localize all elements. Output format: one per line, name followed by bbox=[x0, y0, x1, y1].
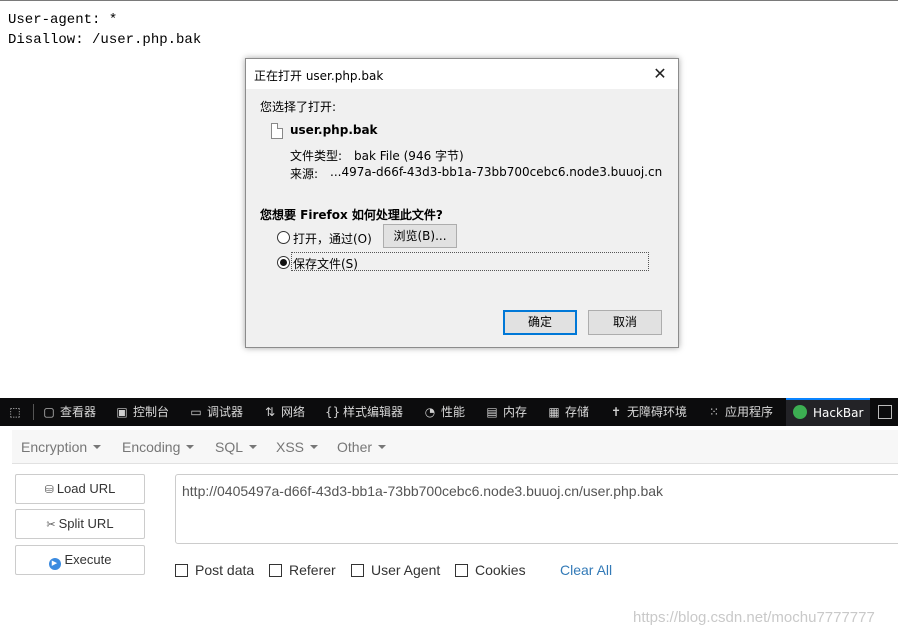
file-type-label: 文件类型: bbox=[290, 149, 343, 163]
tab-network[interactable]: ⇅ 网络 bbox=[263, 398, 305, 426]
tab-inspector[interactable]: ▢ 查看器 bbox=[42, 398, 96, 426]
button-label: Execute bbox=[64, 552, 112, 567]
tab-storage[interactable]: ▦ 存储 bbox=[547, 398, 589, 426]
user-agent-label[interactable]: User Agent bbox=[371, 562, 440, 578]
browse-button[interactable]: 浏览(B)... bbox=[383, 224, 457, 248]
robots-line-user-agent: User-agent: * bbox=[8, 12, 118, 28]
dialog-titlebar: 正在打开 user.php.bak ✕ bbox=[246, 59, 678, 89]
caret-down-icon bbox=[378, 445, 387, 449]
menu-encryption[interactable]: Encryption bbox=[21, 439, 102, 455]
robots-txt-content: User-agent: * Disallow: /user.php.bak bbox=[8, 10, 201, 50]
menu-other[interactable]: Other bbox=[337, 439, 387, 455]
toolbar-separator bbox=[33, 404, 34, 420]
save-file-label[interactable]: 保存文件(S) bbox=[293, 255, 358, 272]
style-editor-icon: {} bbox=[325, 405, 341, 419]
tab-label: HackBar bbox=[813, 406, 864, 420]
tab-performance[interactable]: ◔ 性能 bbox=[423, 398, 465, 426]
tab-application[interactable]: ⁙ 应用程序 bbox=[707, 398, 773, 426]
tab-debugger[interactable]: ▭ 调试器 bbox=[189, 398, 243, 426]
tab-label: 性能 bbox=[441, 405, 466, 419]
tab-label: 样式编辑器 bbox=[343, 405, 404, 419]
menu-sql[interactable]: SQL bbox=[215, 439, 258, 455]
referer-checkbox[interactable] bbox=[269, 564, 282, 577]
execute-button[interactable]: ▶ Execute bbox=[15, 545, 145, 575]
tab-label: 存储 bbox=[565, 405, 590, 419]
open-with-label[interactable]: 打开，通过(O) bbox=[293, 230, 372, 247]
menu-label: SQL bbox=[215, 439, 244, 455]
memory-icon: ▤ bbox=[486, 405, 498, 419]
tab-label: 调试器 bbox=[207, 405, 244, 419]
split-url-button[interactable]: ✂ Split URL bbox=[15, 509, 145, 539]
cancel-button[interactable]: 取消 bbox=[588, 310, 662, 335]
handling-question: 您想要 Firefox 如何处理此文件? bbox=[260, 208, 443, 222]
scissors-icon: ✂ bbox=[46, 519, 56, 531]
menu-label: Other bbox=[337, 439, 373, 455]
button-label: Load URL bbox=[56, 481, 116, 496]
menu-label: Encryption bbox=[21, 439, 88, 455]
tab-hackbar[interactable]: HackBar bbox=[786, 398, 870, 426]
load-icon: ⛁ bbox=[44, 484, 54, 496]
devtools-toolbar: ⬚ ▢ 查看器 ▣ 控制台 ▭ 调试器 ⇅ 网络 {} 样式编辑器 ◔ 性能 ▤ 内存 ▦ 存储… bbox=[0, 398, 898, 426]
post-data-checkbox[interactable] bbox=[175, 564, 188, 577]
page-top-border bbox=[0, 0, 898, 1]
inspector-icon: ▢ bbox=[43, 405, 55, 419]
menu-label: Encoding bbox=[122, 439, 181, 455]
close-icon[interactable]: ✕ bbox=[650, 64, 670, 84]
menu-xss[interactable]: XSS bbox=[276, 439, 319, 455]
referer-label[interactable]: Referer bbox=[289, 562, 336, 578]
file-type-value: bak File (946 字节) bbox=[354, 149, 464, 163]
tab-label: 查看器 bbox=[60, 405, 97, 419]
clear-all-link[interactable]: Clear All bbox=[560, 562, 612, 578]
overflow-menu-icon[interactable] bbox=[878, 405, 892, 419]
ok-button[interactable]: 确定 bbox=[503, 310, 577, 335]
accessibility-icon: ✝ bbox=[610, 405, 622, 419]
caret-down-icon bbox=[249, 445, 258, 449]
console-icon: ▣ bbox=[116, 405, 128, 419]
post-data-label[interactable]: Post data bbox=[195, 562, 254, 578]
tab-console[interactable]: ▣ 控制台 bbox=[115, 398, 169, 426]
tab-memory[interactable]: ▤ 内存 bbox=[485, 398, 527, 426]
button-label: Split URL bbox=[58, 516, 114, 531]
tab-accessibility[interactable]: ✝ 无障碍环境 bbox=[609, 398, 687, 426]
save-file-radio[interactable] bbox=[277, 256, 290, 269]
caret-down-icon bbox=[93, 445, 102, 449]
storage-icon: ▦ bbox=[548, 405, 560, 419]
download-dialog: 正在打开 user.php.bak ✕ 您选择了打开: user.php.bak… bbox=[245, 58, 679, 348]
tab-label: 应用程序 bbox=[725, 405, 774, 419]
watermark: https://blog.csdn.net/mochu7777777 bbox=[633, 609, 875, 626]
performance-icon: ◔ bbox=[424, 405, 436, 419]
file-source-label: 来源: bbox=[290, 167, 319, 181]
file-source-value: ...497a-d66f-43d3-bb1a-73bb700cebc6.node… bbox=[330, 165, 663, 179]
caret-down-icon bbox=[310, 445, 319, 449]
play-icon: ▶ bbox=[48, 558, 61, 570]
file-icon bbox=[271, 123, 283, 139]
menu-encoding[interactable]: Encoding bbox=[122, 439, 195, 455]
hackbar-icon bbox=[793, 405, 807, 419]
user-agent-checkbox[interactable] bbox=[351, 564, 364, 577]
menu-label: XSS bbox=[276, 439, 305, 455]
debugger-icon: ▭ bbox=[190, 405, 202, 419]
open-with-radio[interactable] bbox=[277, 231, 290, 244]
caret-down-icon bbox=[186, 445, 195, 449]
tab-style-editor[interactable]: {} 样式编辑器 bbox=[325, 398, 403, 426]
tab-label: 网络 bbox=[281, 405, 306, 419]
hackbar-menubar: Encryption Encoding SQL XSS Other bbox=[12, 430, 898, 464]
tab-label: 控制台 bbox=[133, 405, 170, 419]
tab-label: 内存 bbox=[503, 405, 528, 419]
tab-label: 无障碍环境 bbox=[627, 405, 688, 419]
dialog-filename: user.php.bak bbox=[290, 123, 378, 137]
cookies-label[interactable]: Cookies bbox=[475, 562, 526, 578]
cookies-checkbox[interactable] bbox=[455, 564, 468, 577]
robots-line-disallow: Disallow: /user.php.bak bbox=[8, 32, 202, 48]
dialog-intro: 您选择了打开: bbox=[260, 100, 337, 114]
url-input[interactable]: http://0405497a-d66f-43d3-bb1a-73bb700ce… bbox=[175, 474, 898, 544]
dialog-title: 正在打开 user.php.bak bbox=[254, 69, 384, 83]
element-picker-icon[interactable]: ⬚ bbox=[8, 398, 26, 426]
network-icon: ⇅ bbox=[264, 405, 276, 419]
application-icon: ⁙ bbox=[708, 405, 720, 419]
load-url-button[interactable]: ⛁ Load URL bbox=[15, 474, 145, 504]
